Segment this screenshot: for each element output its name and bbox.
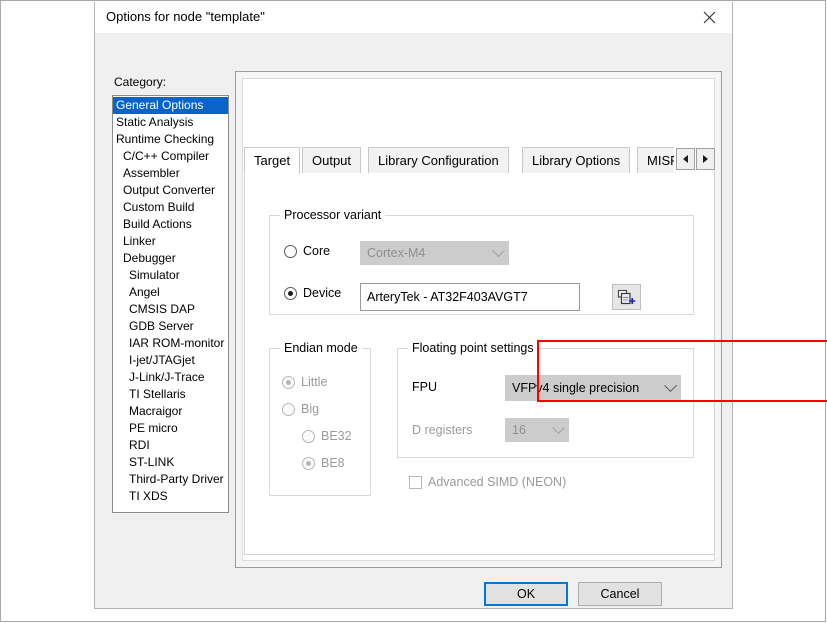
processor-variant-title: Processor variant (280, 208, 386, 222)
chevron-down-icon (487, 243, 509, 258)
sidebar-item-assembler[interactable]: Assembler (113, 165, 228, 182)
core-label: Core (303, 244, 331, 258)
sidebar-item-output-converter[interactable]: Output Converter (113, 182, 228, 199)
screenshot-frame: Options for node "template" Category: Ge… (0, 0, 827, 622)
device-radio-row[interactable]: Device (284, 286, 341, 300)
options-dialog: Options for node "template" Category: Ge… (94, 2, 827, 609)
advanced-simd-label: Advanced SIMD (NEON) (428, 475, 567, 489)
close-icon[interactable] (687, 2, 732, 32)
sidebar-item-build-actions[interactable]: Build Actions (113, 216, 228, 233)
endian-big-label: Big (301, 402, 320, 416)
chevron-down-icon (547, 420, 569, 435)
sidebar-item-ti-xds[interactable]: TI XDS (113, 488, 228, 505)
tab-misra-c[interactable]: MISRA-C:2 (637, 147, 674, 174)
chevron-down-icon (659, 378, 681, 393)
endian-little-radio[interactable] (282, 375, 295, 389)
floating-point-settings-title: Floating point settings (408, 341, 538, 355)
tab-target[interactable]: Target (244, 147, 301, 174)
dialog-title: Options for node "template" (106, 9, 265, 24)
core-radio[interactable] (284, 244, 297, 258)
tab-prev-glyph (683, 155, 688, 163)
endian-little-label: Little (301, 375, 328, 389)
sidebar-item-st-link[interactable]: ST-LINK (113, 454, 228, 471)
close-glyph (703, 11, 716, 23)
triangle-right-icon[interactable] (696, 148, 715, 170)
advanced-simd-row[interactable]: Advanced SIMD (NEON) (409, 475, 566, 489)
core-dropdown[interactable]: Cortex-M4 (360, 241, 509, 265)
endian-be32-label: BE32 (321, 429, 352, 443)
endian-be32-row[interactable]: BE32 (302, 429, 352, 443)
ok-button[interactable]: OK (484, 582, 568, 606)
category-label: Category: (114, 75, 167, 89)
endian-mode-title: Endian mode (280, 341, 362, 355)
sidebar-item-runtime-checking[interactable]: Runtime Checking (113, 131, 228, 148)
sidebar-item-macraigor[interactable]: Macraigor (113, 403, 228, 420)
category-listbox[interactable]: General Options Static Analysis Runtime … (112, 95, 229, 513)
endian-big-row[interactable]: Big (282, 402, 319, 416)
fpu-dropdown-value: VFPv4 single precision (512, 381, 640, 395)
cancel-button[interactable]: Cancel (578, 582, 662, 606)
sidebar-item-ti-stellaris[interactable]: TI Stellaris (113, 386, 228, 403)
tab-next-glyph (703, 155, 708, 163)
sidebar-item-debugger[interactable]: Debugger (113, 250, 228, 267)
sidebar-item-angel[interactable]: Angel (113, 284, 228, 301)
sidebar-item-rdi[interactable]: RDI (113, 437, 228, 454)
processor-variant-group: Processor variant Core Cortex-M4 Device … (269, 208, 694, 315)
sidebar-item-iar-rom-monitor[interactable]: IAR ROM-monitor (113, 335, 228, 352)
new-document-glyph (617, 289, 636, 304)
device-input[interactable]: ArteryTek - AT32F403AVGT7 (360, 283, 580, 311)
endian-be32-radio[interactable] (302, 429, 315, 443)
device-label: Device (303, 286, 342, 300)
sidebar-item-gdb-server[interactable]: GDB Server (113, 318, 228, 335)
sidebar-item-c-cpp-compiler[interactable]: C/C++ Compiler (113, 148, 228, 165)
fpu-dropdown[interactable]: VFPv4 single precision (505, 375, 681, 401)
tab-list: Target Output Library Configuration Libr… (244, 147, 674, 174)
floating-point-settings-group: Floating point settings FPU VFPv4 single… (397, 341, 694, 458)
advanced-simd-checkbox[interactable] (409, 475, 422, 489)
tab-library-options[interactable]: Library Options (522, 147, 631, 174)
d-registers-dropdown-value: 16 (512, 423, 526, 437)
d-registers-dropdown[interactable]: 16 (505, 418, 569, 442)
endian-be8-label: BE8 (321, 456, 345, 470)
triangle-left-icon[interactable] (676, 148, 695, 170)
endian-big-radio[interactable] (282, 402, 295, 416)
sidebar-item-general-options[interactable]: General Options (113, 97, 228, 114)
sidebar-item-pe-micro[interactable]: PE micro (113, 420, 228, 437)
new-document-icon[interactable] (612, 284, 641, 310)
fpu-label: FPU (412, 380, 437, 394)
tab-output[interactable]: Output (302, 147, 362, 174)
sidebar-item-cmsis-dap[interactable]: CMSIS DAP (113, 301, 228, 318)
core-radio-row[interactable]: Core (284, 244, 330, 258)
tab-bar: Target Output Library Configuration Libr… (244, 147, 715, 174)
device-radio[interactable] (284, 286, 297, 300)
options-content-panel: Target Output Library Configuration Libr… (235, 71, 827, 568)
core-dropdown-value: Cortex-M4 (367, 246, 426, 260)
sidebar-item-static-analysis[interactable]: Static Analysis (113, 114, 228, 131)
sidebar-item-linker[interactable]: Linker (113, 233, 228, 250)
tab-library-configuration[interactable]: Library Configuration (368, 147, 509, 174)
sidebar-item-third-party-driver[interactable]: Third-Party Driver (113, 471, 228, 488)
endian-be8-row[interactable]: BE8 (302, 456, 345, 470)
endian-be8-radio[interactable] (302, 456, 315, 470)
endian-mode-group: Endian mode Little Big BE32 BE8 (269, 341, 371, 496)
sidebar-item-j-link-j-trace[interactable]: J-Link/J-Trace (113, 369, 228, 386)
target-tab-page: Processor variant Core Cortex-M4 Device … (244, 173, 827, 555)
dialog-titlebar: Options for node "template" (95, 2, 732, 33)
endian-little-row[interactable]: Little (282, 375, 327, 389)
d-registers-label: D registers (412, 423, 473, 437)
sidebar-item-i-jet-jtagjet[interactable]: I-jet/JTAGjet (113, 352, 228, 369)
sidebar-item-custom-build[interactable]: Custom Build (113, 199, 228, 216)
sidebar-item-simulator[interactable]: Simulator (113, 267, 228, 284)
